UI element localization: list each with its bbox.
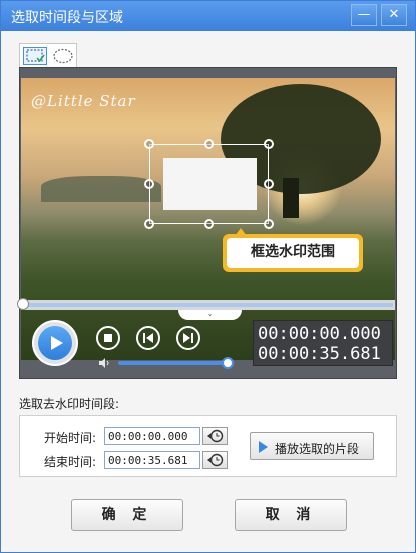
rect-select-tab[interactable]: [23, 47, 47, 65]
play-segment-button[interactable]: 播放选取的片段: [250, 432, 374, 460]
ok-button[interactable]: 确 定: [71, 499, 183, 531]
timeline-track: [21, 303, 393, 307]
play-button-face: [38, 326, 72, 360]
minimize-icon: —: [357, 7, 371, 22]
selection-handle-bottom[interactable]: [204, 219, 214, 229]
play-segment-icon: [259, 441, 268, 453]
timeline-knob[interactable]: [17, 298, 29, 310]
next-frame-button[interactable]: [176, 326, 200, 350]
reset-clock-icon: [207, 429, 224, 443]
selection-rectangle[interactable]: [149, 144, 269, 224]
play-segment-label: 播放选取的片段: [275, 442, 360, 456]
selection-handle-top-left[interactable]: [144, 139, 154, 149]
selection-handle-bottom-right[interactable]: [264, 219, 274, 229]
tooltip: 框选水印范围: [223, 234, 363, 272]
previous-frame-button[interactable]: [136, 326, 160, 350]
selection-handle-top-right[interactable]: [264, 139, 274, 149]
tooltip-text: 框选水印范围: [227, 238, 359, 268]
collapse-toggle[interactable]: ⌄: [178, 310, 242, 320]
stop-button[interactable]: [96, 326, 120, 350]
section-label: 选取去水印时间段:: [19, 397, 120, 411]
play-icon: [51, 336, 63, 350]
selection-handle-top[interactable]: [204, 139, 214, 149]
window-title: 选取时间段与区域: [11, 10, 123, 26]
volume-knob[interactable]: [222, 357, 234, 369]
stop-icon: [104, 334, 112, 342]
end-time-label: 结束时间:: [44, 455, 97, 469]
video-far-trees: [41, 176, 161, 202]
start-time-label: 开始时间:: [44, 431, 97, 445]
minimize-button[interactable]: —: [351, 4, 377, 26]
rect-select-icon: [26, 49, 45, 63]
close-button[interactable]: ✕: [381, 4, 407, 26]
time-display: 00:00:00.000 00:00:35.681: [253, 320, 393, 366]
time-range-panel: 开始时间: 结束时间: 播放选取的片段: [19, 415, 397, 477]
video-player: @Little Star 框选水印范围 ⌄ 00:00:00.000 00:00…: [17, 67, 397, 379]
step-back-icon: [143, 333, 153, 343]
chevron-down-icon: ⌄: [206, 309, 214, 318]
play-button[interactable]: [32, 320, 78, 366]
current-time: 00:00:00.000: [258, 324, 381, 344]
start-time-reset-button[interactable]: [202, 427, 228, 445]
ellipse-select-tab[interactable]: [51, 47, 75, 65]
step-forward-icon: [183, 333, 193, 343]
selection-handle-left[interactable]: [144, 179, 154, 189]
start-time-input[interactable]: [104, 427, 200, 445]
dialog-window: 选取时间段与区域 — ✕ @Little Star 框选水印范围 ⌄ 00:00…: [0, 0, 416, 553]
end-time-input[interactable]: [104, 451, 200, 469]
selection-handle-right[interactable]: [264, 179, 274, 189]
cancel-button[interactable]: 取 消: [235, 499, 347, 531]
selection-handle-bottom-left[interactable]: [144, 219, 154, 229]
total-time: 00:00:35.681: [258, 344, 381, 364]
volume-icon[interactable]: [98, 358, 112, 368]
title-bar: 选取时间段与区域 — ✕: [1, 1, 415, 31]
ellipse-select-icon: [53, 48, 73, 64]
reset-clock-icon: [207, 453, 224, 467]
video-tree-trunk: [283, 178, 299, 218]
volume-slider[interactable]: [118, 361, 228, 365]
close-icon: ✕: [388, 7, 400, 22]
selection-mode-tabs: [19, 43, 77, 67]
end-time-reset-button[interactable]: [202, 451, 228, 469]
video-watermark-text: @Little Star: [31, 92, 136, 110]
